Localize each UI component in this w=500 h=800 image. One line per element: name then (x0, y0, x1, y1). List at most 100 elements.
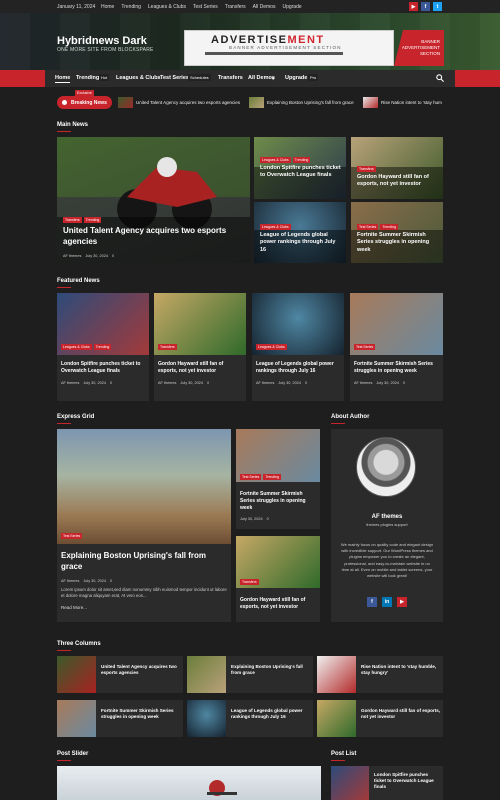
card-title[interactable]: Gordon Hayward still fan of esports, not… (158, 361, 242, 375)
tag[interactable]: Test Series (240, 474, 262, 480)
author[interactable]: AF themes (63, 254, 81, 258)
post-list-item[interactable]: London Spitfire punches ticket to Overwa… (331, 766, 443, 800)
card-title[interactable]: Fortnite Summer Skirmish Series struggle… (357, 232, 439, 254)
card-title[interactable]: London Spitfire punches ticket to Overwa… (61, 361, 145, 375)
list-item[interactable]: League of Legends global power rankings … (187, 700, 313, 737)
search-icon[interactable] (436, 74, 444, 82)
list-item[interactable]: Explaining Boston Uprising's fall from g… (187, 656, 313, 693)
main-news-side-card[interactable]: Leagues & Clubs League of Legends global… (254, 202, 346, 263)
author[interactable]: AF themes (158, 381, 176, 385)
featured-news-card[interactable]: Test Series Fortnite Summer Skirmish Ser… (350, 293, 443, 401)
tag[interactable]: Transfers (357, 166, 376, 172)
comments-count[interactable]: 0 (267, 517, 269, 521)
top-nav-leagues[interactable]: Leagues & Clubs (148, 4, 186, 10)
comments-count[interactable]: 0 (110, 381, 112, 385)
card-title[interactable]: League of Legends global power rankings … (260, 232, 342, 254)
featured-news-card[interactable]: Leagues & Clubs League of Legends global… (252, 293, 344, 401)
card-title[interactable]: Gordon Hayward still fan of esports, not… (240, 597, 316, 611)
facebook-icon[interactable]: f (421, 2, 430, 11)
tag[interactable]: Trending (292, 157, 311, 163)
tag[interactable]: Leagues & Clubs (260, 157, 291, 163)
list-item-title[interactable]: Fortnite Summer Skirmish Series struggle… (101, 708, 181, 721)
tag[interactable]: Leagues & Clubs (260, 224, 291, 230)
comments-count[interactable]: 0 (110, 579, 112, 583)
tag[interactable]: Trending (93, 344, 112, 350)
comments-count[interactable]: 0 (112, 254, 114, 258)
tag-row: Leagues & Clubs Trending (61, 344, 112, 350)
tag[interactable]: Transfers (63, 217, 82, 223)
top-nav-all-demos[interactable]: All Demos (253, 4, 276, 10)
author-avatar[interactable] (356, 437, 416, 497)
top-nav-transfers[interactable]: Transfers (225, 4, 246, 10)
card-title[interactable]: Fortnite Summer Skirmish Series struggle… (240, 491, 316, 511)
featured-news-card[interactable]: Leagues & Clubs Trending London Spitfire… (57, 293, 149, 401)
post-slider-image[interactable] (57, 766, 321, 800)
nav-transfers[interactable]: Transfers (218, 75, 243, 81)
top-nav-upgrade[interactable]: Upgrade (282, 4, 301, 10)
list-thumbnail (187, 656, 226, 693)
list-item[interactable]: Fortnite Summer Skirmish Series struggle… (57, 700, 183, 737)
comments-count[interactable]: 0 (207, 381, 209, 385)
read-more-link[interactable]: Read More... (61, 605, 87, 610)
author[interactable]: AF themes (354, 381, 372, 385)
card-title[interactable]: League of Legends global power rankings … (256, 361, 340, 375)
main-news-side-card[interactable]: Test Series Trending Fortnite Summer Ski… (351, 202, 443, 263)
youtube-icon[interactable]: ▶ (409, 2, 418, 11)
list-item[interactable]: Gordon Hayward still fan of esports, not… (317, 700, 443, 737)
main-news-side-card[interactable]: Transfers Gordon Hayward still fan of es… (351, 137, 443, 199)
tag[interactable]: Trending (263, 474, 281, 480)
top-nav-test-series[interactable]: Test Series (193, 4, 218, 10)
featured-news-card[interactable]: Transfers Gordon Hayward still fan of es… (154, 293, 246, 401)
tag[interactable]: Leagues & Clubs (61, 344, 92, 350)
nav-home[interactable]: Home (55, 75, 71, 83)
banner-advertisement[interactable]: ADVERTISEMENT BANNER ADVERTISEMENT SECTI… (184, 30, 394, 66)
tag[interactable]: Transfers (158, 344, 177, 350)
main-news-featured-card[interactable]: Transfers Trending United Talent Agency … (57, 137, 250, 263)
twitter-icon[interactable]: t (433, 2, 442, 11)
nav-all-demos[interactable]: All Demos (248, 75, 275, 81)
comments-count[interactable]: 0 (403, 381, 405, 385)
tag[interactable]: Transfers (240, 579, 259, 585)
author[interactable]: AF themes (256, 381, 274, 385)
nav-leagues-clubs[interactable]: Leagues & Clubs (116, 75, 161, 81)
card-title[interactable]: Fortnite Summer Skirmish Series struggle… (354, 361, 439, 375)
facebook-icon[interactable]: f (367, 597, 377, 607)
tag[interactable]: Test Series (354, 344, 376, 350)
tag[interactable]: Trending (380, 224, 398, 230)
top-nav-home[interactable]: Home (101, 4, 114, 10)
site-title[interactable]: Hybridnews Dark (57, 35, 147, 47)
card-title[interactable]: Explaining Boston Uprising's fall from g… (61, 551, 227, 573)
list-item[interactable]: Rise Nation intent to 'stay humble, stay… (317, 656, 443, 693)
author-name[interactable]: AF themes (331, 514, 443, 520)
card-title[interactable]: London Spitfire punches ticket to Overwa… (260, 165, 342, 180)
nav-test-series[interactable]: Test Series (160, 75, 189, 81)
list-item-title[interactable]: Explaining Boston Uprising's fall from g… (231, 664, 311, 677)
featured-title[interactable]: United Talent Agency acquires two esport… (63, 226, 243, 248)
author[interactable]: AF themes (61, 381, 79, 385)
comments-count[interactable]: 0 (305, 381, 307, 385)
list-item-title[interactable]: League of Legends global power rankings … (231, 708, 311, 721)
youtube-icon[interactable]: ▶ (397, 597, 407, 607)
linkedin-icon[interactable]: in (382, 597, 392, 607)
express-grid-main-card[interactable]: Test Series Explaining Boston Uprising's… (57, 429, 231, 622)
list-item-title[interactable]: Gordon Hayward still fan of esports, not… (361, 708, 441, 721)
author[interactable]: AF themes (61, 579, 79, 583)
card-title[interactable]: Gordon Hayward still fan of esports, not… (357, 174, 439, 189)
nav-trending[interactable]: Trending (76, 75, 99, 81)
ticker-item[interactable]: United Talent Agency acquires two esport… (118, 97, 240, 108)
list-item-title[interactable]: London Spitfire punches ticket to Overwa… (374, 772, 440, 791)
list-item-title[interactable]: Rise Nation intent to 'stay humble, stay… (361, 664, 441, 677)
tag[interactable]: Test Series (357, 224, 379, 230)
nav-upgrade[interactable]: Upgrade (285, 75, 307, 81)
tag[interactable]: Trending (83, 217, 102, 223)
list-item-title[interactable]: United Talent Agency acquires two esport… (101, 664, 181, 677)
tag[interactable]: Test Series (61, 533, 83, 539)
list-item[interactable]: United Talent Agency acquires two esport… (57, 656, 183, 693)
ticker-item[interactable]: Explaining Boston Uprising's fall from g… (249, 97, 354, 108)
tag[interactable]: Leagues & Clubs (256, 344, 287, 350)
express-grid-side-card[interactable]: Test Series Trending Fortnite Summer Ski… (236, 429, 320, 529)
ticker-item[interactable]: Rise Nation intent to 'stay hum (363, 97, 442, 108)
express-grid-side-card[interactable]: Transfers Gordon Hayward still fan of es… (236, 536, 320, 622)
main-news-side-card[interactable]: Leagues & Clubs Trending London Spitfire… (254, 137, 346, 199)
top-nav-trending[interactable]: Trending (121, 4, 141, 10)
